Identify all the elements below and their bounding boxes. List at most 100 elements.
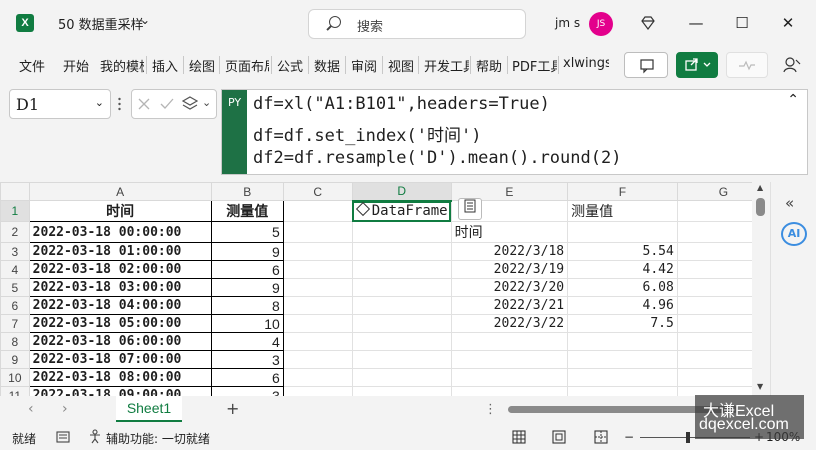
cell-e[interactable]: 2022/3/22 <box>450 314 569 333</box>
cell-f[interactable]: 5.54 <box>567 242 678 261</box>
accessibility-status[interactable]: 辅助功能: 一切就绪 <box>106 430 210 447</box>
cell-a[interactable]: 2022-03-18 09:00:00 <box>28 386 212 396</box>
cell-b1[interactable]: 测量值 <box>210 200 284 222</box>
cell-f[interactable] <box>567 368 678 387</box>
row-header[interactable]: 10 <box>0 368 30 387</box>
cell-e[interactable]: 时间 <box>450 221 569 243</box>
enter-check-icon[interactable] <box>160 98 174 110</box>
avatar[interactable]: JS <box>589 12 613 36</box>
row-header[interactable]: 3 <box>0 242 30 261</box>
sheet-tab-sheet1[interactable]: Sheet1 <box>116 396 182 422</box>
column-header[interactable]: C <box>282 182 353 201</box>
cell-b[interactable]: 6 <box>210 368 284 387</box>
chevron-down-icon[interactable]: ⌄ <box>95 96 104 109</box>
cell-f[interactable]: 6.08 <box>567 278 678 297</box>
cell-a[interactable]: 2022-03-18 03:00:00 <box>28 278 212 297</box>
cell-e[interactable] <box>450 332 569 351</box>
row-header[interactable]: 6 <box>0 296 30 315</box>
cell-d[interactable] <box>351 386 452 396</box>
name-box[interactable]: D1 ⌄ <box>9 89 111 119</box>
column-header-selected[interactable]: D <box>351 182 452 202</box>
cell-b[interactable]: 8 <box>210 296 284 315</box>
cancel-icon[interactable] <box>138 98 150 110</box>
maximize-button[interactable]: ☐ <box>732 11 752 35</box>
cell-e[interactable] <box>450 386 569 396</box>
cell-a[interactable]: 2022-03-18 04:00:00 <box>28 296 212 315</box>
tab-xlwings[interactable]: xlwings <box>563 56 609 71</box>
cell-a[interactable]: 2022-03-18 08:00:00 <box>28 368 212 387</box>
chevron-right-icon[interactable]: › <box>62 401 68 417</box>
document-title[interactable]: 50 数据重采样 <box>58 14 144 33</box>
add-sheet-icon[interactable]: + <box>226 399 239 418</box>
collapse-formula-bar-icon[interactable]: ⌃ <box>787 92 799 108</box>
ai-assistant-icon[interactable]: AI <box>781 222 807 246</box>
chevron-down-icon[interactable]: ⌄ <box>202 96 211 109</box>
scroll-up-icon[interactable]: ▲ <box>757 183 763 192</box>
chevron-left-icon[interactable]: ‹ <box>28 401 34 417</box>
formula-line[interactable]: df=df.set_index('时间') <box>253 121 481 146</box>
cell-b[interactable]: 6 <box>210 260 284 279</box>
cell-table[interactable]: A B C D E F G 1 时间 测量值 DataFrame 测量值 2 2… <box>0 182 770 396</box>
cell-c[interactable] <box>282 221 353 243</box>
tab-file[interactable]: 文件 <box>19 56 45 75</box>
cell-b[interactable]: 3 <box>210 350 284 369</box>
cell-e[interactable]: 2022/3/21 <box>450 296 569 315</box>
cell-a[interactable]: 2022-03-18 00:00:00 <box>28 221 212 243</box>
python-object-icon[interactable] <box>182 96 198 112</box>
tab-page-layout[interactable]: 页面布局 <box>225 56 269 75</box>
diamond-icon[interactable] <box>641 16 655 30</box>
tab-developer[interactable]: 开发工具 <box>424 56 469 75</box>
cell-d[interactable] <box>351 278 452 297</box>
cell-d[interactable] <box>351 242 452 261</box>
cell-d[interactable] <box>351 350 452 369</box>
cell-f[interactable]: 7.5 <box>567 314 678 333</box>
tab-my-templates[interactable]: 我的模板 <box>100 56 144 75</box>
cell-f[interactable] <box>567 332 678 351</box>
splitter-icon[interactable]: ⋮ <box>484 402 497 417</box>
zoom-slider-knob[interactable] <box>686 432 690 443</box>
activity-button[interactable] <box>726 52 768 78</box>
share-button[interactable] <box>676 52 718 78</box>
cell-f[interactable]: 4.96 <box>567 296 678 315</box>
double-chevron-left-icon[interactable]: « <box>785 194 794 212</box>
row-header[interactable]: 2 <box>0 221 30 243</box>
user-name[interactable]: jm s <box>555 16 580 30</box>
column-header[interactable]: F <box>567 182 678 201</box>
cell-b[interactable]: 9 <box>210 242 284 261</box>
cell-e[interactable]: 2022/3/20 <box>450 278 569 297</box>
tab-data[interactable]: 数据 <box>314 56 340 75</box>
tab-view[interactable]: 视图 <box>388 56 414 75</box>
cell-f[interactable] <box>567 350 678 369</box>
cell-c[interactable] <box>282 242 353 261</box>
cell-c[interactable] <box>282 386 353 396</box>
zoom-out-icon[interactable]: − <box>624 430 634 444</box>
scroll-thumb[interactable] <box>756 198 765 216</box>
more-options-icon[interactable] <box>118 96 121 112</box>
page-layout-view-icon[interactable] <box>552 430 566 444</box>
accessibility-icon[interactable] <box>88 429 102 444</box>
tab-home[interactable]: 开始 <box>63 56 89 75</box>
cell-f[interactable] <box>567 221 678 243</box>
cell-e[interactable] <box>450 350 569 369</box>
row-header[interactable]: 4 <box>0 260 30 279</box>
vertical-scrollbar[interactable]: ▲ ▼ <box>752 182 770 396</box>
cell-a1[interactable]: 时间 <box>28 200 212 222</box>
cell-b[interactable]: 4 <box>210 332 284 351</box>
row-header[interactable]: 1 <box>0 200 30 222</box>
cell-a[interactable]: 2022-03-18 07:00:00 <box>28 350 212 369</box>
page-break-view-icon[interactable] <box>594 430 608 444</box>
cell-f[interactable]: 4.42 <box>567 260 678 279</box>
tab-help[interactable]: 帮助 <box>476 56 502 75</box>
formula-line[interactable]: df2=df.resample('D').mean().round(2) <box>253 148 621 168</box>
cell-c[interactable] <box>282 260 353 279</box>
sheet-stats-icon[interactable] <box>56 430 70 444</box>
tab-review[interactable]: 审阅 <box>351 56 377 75</box>
cell-d[interactable] <box>351 260 452 279</box>
row-header[interactable]: 8 <box>0 332 30 351</box>
chevron-down-icon[interactable]: ⌄ <box>140 13 150 27</box>
cell-e[interactable]: 2022/3/19 <box>450 260 569 279</box>
formula-editor[interactable]: PY df=xl("A1:B101",headers=True) df=df.s… <box>221 89 808 175</box>
cell-d[interactable] <box>351 314 452 333</box>
cell-f1[interactable]: 测量值 <box>567 200 678 222</box>
cell-c1[interactable] <box>282 200 353 222</box>
